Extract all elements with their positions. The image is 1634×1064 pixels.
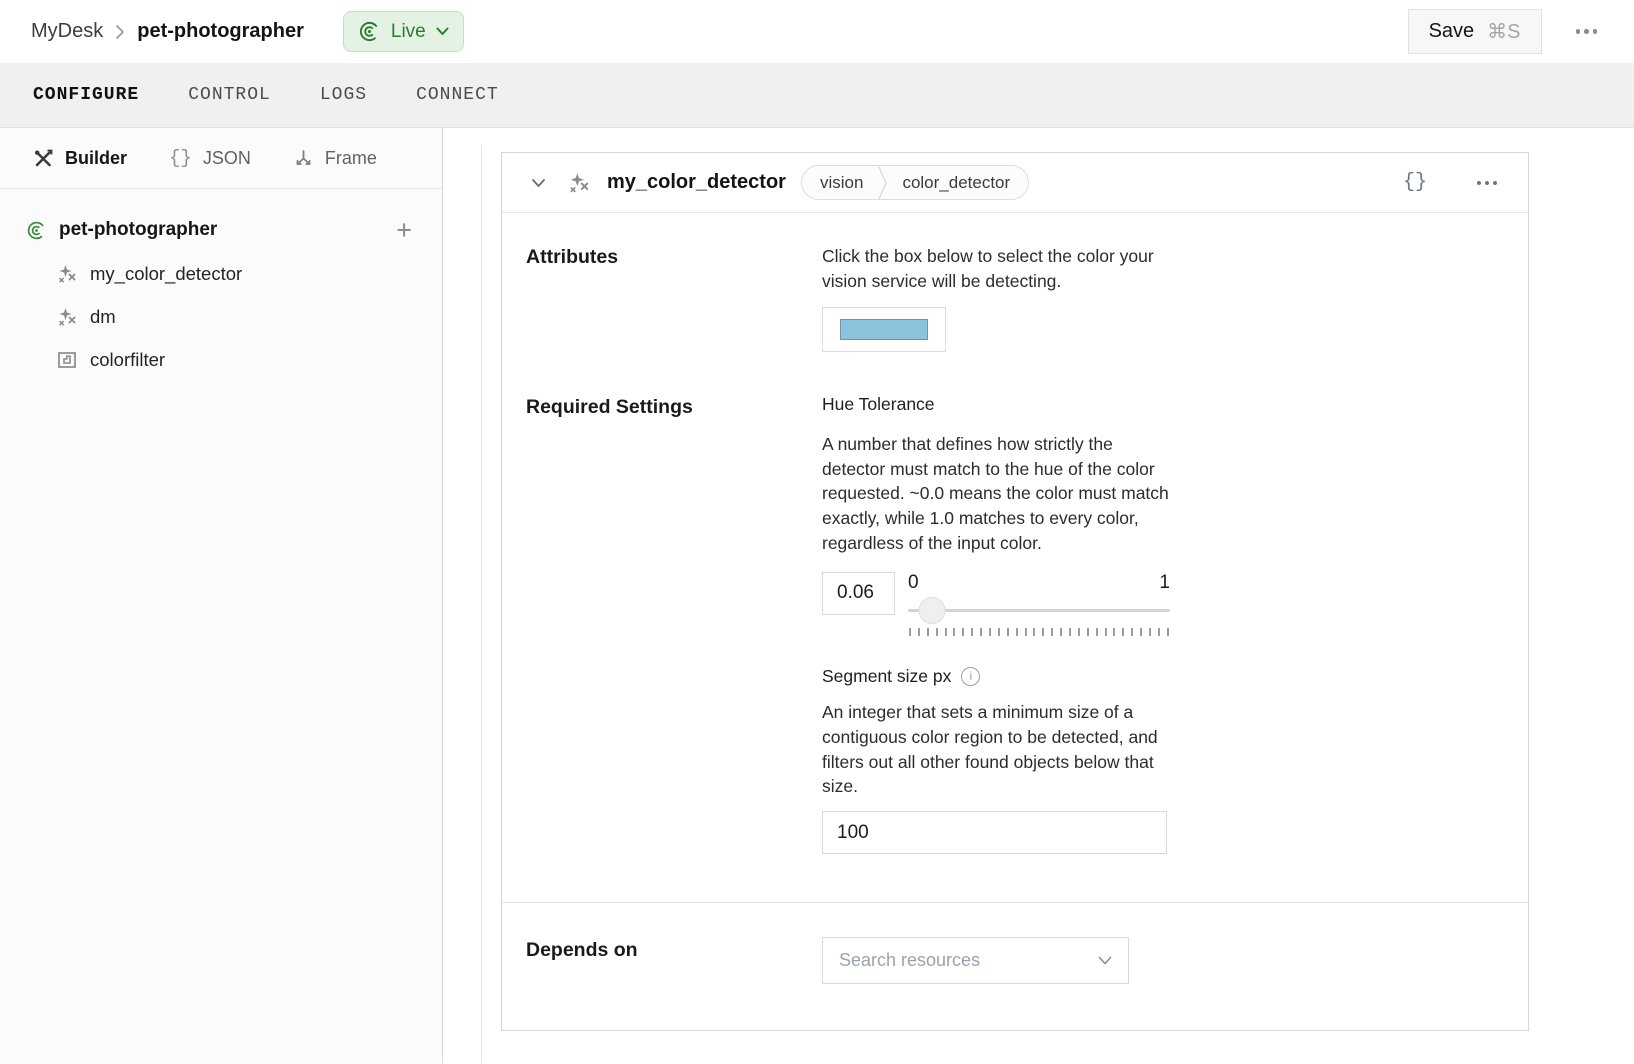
breadcrumb-current: pet-photographer [137, 20, 304, 43]
ellipsis-icon [1576, 29, 1598, 34]
machine-nav-tabs: CONFIGURE CONTROL LOGS CONNECT [0, 63, 1634, 128]
service-sparkle-icon [57, 307, 77, 327]
tab-configure[interactable]: CONFIGURE [33, 85, 139, 105]
required-settings-section: Required Settings Hue Tolerance A number… [502, 394, 1528, 903]
ellipsis-icon [1477, 181, 1497, 185]
live-broadcast-icon [358, 20, 381, 43]
machine-icon [26, 220, 47, 241]
view-tab-frame[interactable]: Frame [293, 148, 377, 169]
search-resources-input[interactable] [839, 950, 1098, 971]
view-tab-json[interactable]: {} JSON [169, 147, 251, 169]
collapse-card-button[interactable] [529, 176, 548, 190]
view-tab-builder-label: Builder [65, 148, 127, 169]
tree-item-label: dm [90, 306, 116, 328]
config-sidebar: Builder {} JSON Frame [0, 128, 443, 1063]
hue-tolerance-description: A number that defines how strictly the d… [822, 432, 1170, 556]
save-button[interactable]: Save ⌘S [1408, 9, 1542, 54]
slider-handle[interactable] [918, 597, 945, 624]
component-icon [57, 350, 77, 370]
service-sparkle-icon [568, 172, 590, 194]
segment-size-input[interactable] [822, 811, 1167, 854]
header-more-menu-button[interactable] [1570, 23, 1604, 40]
main-panel: my_color_detector vision color_detector … [443, 128, 1634, 1063]
tab-connect[interactable]: CONNECT [416, 85, 499, 105]
chevron-down-icon [1098, 956, 1112, 965]
breadcrumb-root[interactable]: MyDesk [31, 20, 103, 43]
tree-root-label: pet-photographer [59, 219, 380, 241]
tab-logs[interactable]: LOGS [320, 85, 367, 105]
app-window: MyDesk pet-photographer Live Save ⌘S [0, 0, 1634, 1064]
save-shortcut: ⌘S [1487, 19, 1520, 44]
slider-track[interactable] [908, 596, 1170, 625]
segment-size-description: An integer that sets a minimum size of a… [822, 700, 1170, 799]
save-label: Save [1429, 20, 1475, 43]
required-settings-heading: Required Settings [526, 394, 822, 855]
live-status-dropdown[interactable]: Live [343, 11, 464, 52]
color-picker-box[interactable] [822, 307, 946, 352]
hue-tolerance-label: Hue Tolerance [822, 394, 1170, 415]
hue-tolerance-control: 0 1 [822, 572, 1170, 636]
view-tab-frame-label: Frame [325, 148, 377, 169]
add-resource-button[interactable]: + [392, 220, 416, 240]
tab-control[interactable]: CONTROL [188, 85, 271, 105]
segment-size-label: Segment size px [822, 666, 951, 687]
tree-item-my-color-detector[interactable]: my_color_detector [24, 253, 418, 296]
color-swatch [840, 319, 928, 340]
view-mode-tabs: Builder {} JSON Frame [0, 128, 442, 189]
top-header: MyDesk pet-photographer Live Save ⌘S [0, 0, 1634, 63]
tree-item-label: my_color_detector [90, 263, 242, 285]
service-sparkle-icon [57, 264, 77, 284]
attributes-section: Attributes Click the box below to select… [502, 213, 1528, 394]
builder-tools-icon [33, 148, 54, 169]
breadcrumb: MyDesk pet-photographer [31, 20, 304, 43]
hue-tolerance-input[interactable] [822, 572, 895, 615]
badge-model: color_detector [902, 173, 1010, 193]
tree-item-label: colorfilter [90, 349, 165, 371]
resource-card-my-color-detector: my_color_detector vision color_detector … [501, 152, 1529, 1031]
resource-title: my_color_detector [607, 171, 786, 194]
chevron-down-icon [436, 27, 449, 36]
tree-item-dm[interactable]: dm [24, 296, 418, 339]
info-icon[interactable]: i [961, 667, 980, 686]
badge-divider-icon [878, 166, 887, 200]
resource-type-badge: vision color_detector [801, 165, 1029, 200]
chevron-down-icon [531, 178, 546, 188]
attributes-heading: Attributes [526, 244, 822, 352]
hue-tolerance-slider: 0 1 [908, 572, 1170, 636]
tree-item-colorfilter[interactable]: colorfilter [24, 339, 418, 382]
view-tab-builder[interactable]: Builder [33, 148, 127, 169]
badge-category: vision [820, 173, 863, 193]
view-json-button[interactable]: {} [1403, 171, 1427, 194]
card-more-menu-button[interactable] [1473, 177, 1501, 189]
panel-divider [481, 145, 482, 1063]
attributes-description: Click the box below to select the color … [822, 244, 1170, 294]
tree-root-machine[interactable]: pet-photographer + [24, 215, 418, 253]
live-label: Live [391, 21, 426, 43]
view-tab-json-label: JSON [203, 148, 251, 169]
slider-max-label: 1 [1159, 572, 1170, 596]
slider-min-label: 0 [908, 572, 919, 596]
depends-on-heading: Depends on [526, 937, 822, 984]
json-braces-icon: {} [169, 147, 192, 169]
resource-tree: pet-photographer + my_color_detector [0, 189, 442, 382]
resource-card-header: my_color_detector vision color_detector … [502, 153, 1528, 213]
depends-on-select[interactable] [822, 937, 1129, 984]
slider-ticks [908, 628, 1170, 636]
frame-axes-icon [293, 148, 314, 169]
depends-on-section: Depends on [502, 902, 1528, 1030]
chevron-right-icon [115, 24, 125, 40]
